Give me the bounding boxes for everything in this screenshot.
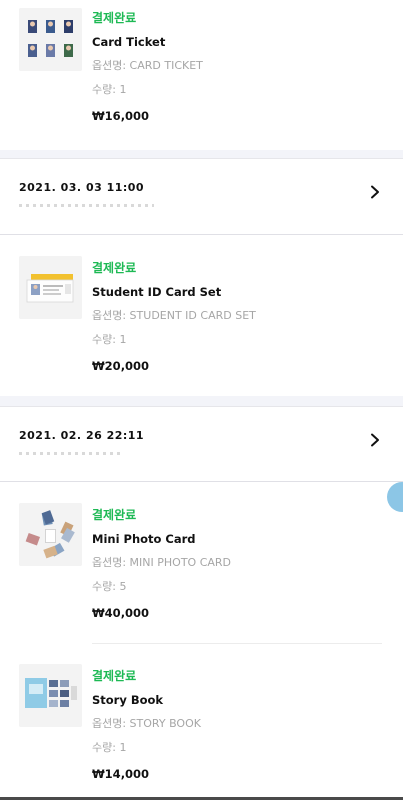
mini-photo-card-thumbnail [19,503,82,566]
product-name[interactable]: Mini Photo Card [92,531,231,547]
order-header[interactable]: 2021. 02. 26 22:11 [0,406,403,482]
order-number-redacted [19,204,154,207]
product-price: ₩14,000 [92,767,150,781]
order-item[interactable]: 결제완료 Story Book 옵션명: STORY BOOK 수량: 1 ₩1… [0,644,403,797]
order-item[interactable]: 결제완료 Card Ticket 옵션명: CARD TICKET 수량: 1 … [0,0,403,150]
order-number-redacted [19,452,124,455]
product-option: 옵션명: STORY BOOK [92,717,201,730]
payment-status: 결제완료 [92,669,137,683]
order-header[interactable]: 2021. 03. 03 11:00 [0,158,403,235]
product-name[interactable]: Card Ticket [92,34,203,50]
section-separator [0,396,403,406]
student-id-card-thumbnail [19,256,82,319]
product-option: 옵션명: STUDENT ID CARD SET [92,309,256,322]
product-quantity: 수량: 1 [92,333,127,346]
product-name[interactable]: Story Book [92,692,201,708]
card-ticket-thumbnail [19,8,82,71]
chevron-right-icon[interactable] [369,433,381,447]
product-option: 옵션명: MINI PHOTO CARD [92,556,232,569]
product-option: 옵션명: CARD TICKET [92,59,203,72]
product-quantity: 수량: 1 [92,83,127,96]
order-date: 2021. 02. 26 22:11 [19,429,145,442]
product-price: ₩16,000 [92,109,150,123]
story-book-thumbnail [19,664,82,727]
product-price: ₩20,000 [92,359,150,373]
payment-status: 결제완료 [92,508,137,522]
order-item[interactable]: 결제완료 Student ID Card Set 옵션명: STUDENT ID… [0,236,403,396]
product-price: ₩40,000 [92,606,150,620]
payment-status: 결제완료 [92,11,137,25]
product-quantity: 수량: 5 [92,580,127,593]
product-name[interactable]: Student ID Card Set [92,284,256,300]
order-item[interactable]: 결제완료 Mini Photo Card 옵션명: MINI PHOTO CAR… [0,483,403,643]
section-separator [0,150,403,158]
payment-status: 결제완료 [92,261,137,275]
order-date: 2021. 03. 03 11:00 [19,181,145,194]
product-quantity: 수량: 1 [92,741,127,754]
chevron-right-icon[interactable] [369,185,381,199]
